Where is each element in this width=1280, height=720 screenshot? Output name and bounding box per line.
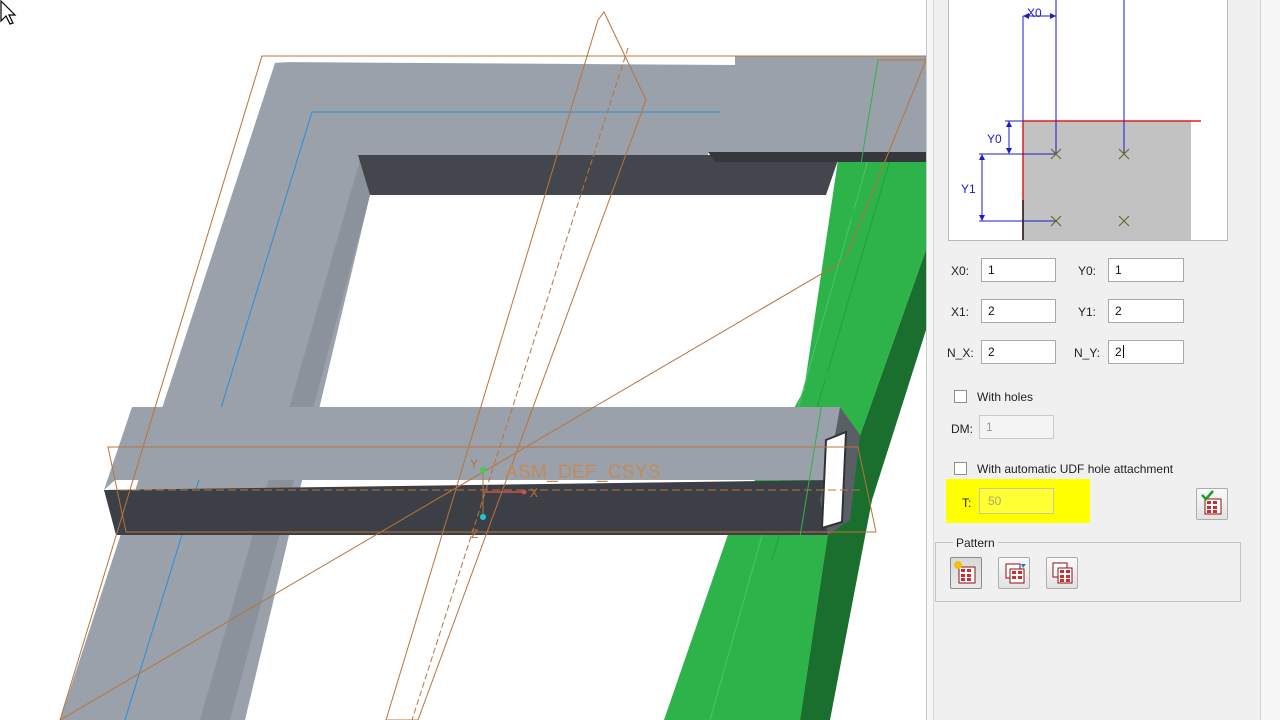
t-label: T: xyxy=(962,496,972,510)
x1-input[interactable]: 2 xyxy=(981,299,1056,323)
new-pattern-icon xyxy=(954,561,976,584)
model-viewport[interactable]: Y X Z ASM_DEF_CSYS xyxy=(0,0,926,720)
ny-label: N_Y: xyxy=(1074,346,1101,360)
pattern-diagram: X0 Y0 Y1 xyxy=(948,0,1228,241)
panel-border-left xyxy=(927,0,934,720)
ny-input[interactable]: 2 xyxy=(1108,340,1184,364)
pattern-group-title: Pattern xyxy=(953,536,998,550)
csys-z-label: Z xyxy=(471,527,478,541)
delete-pattern-icon xyxy=(1052,562,1073,584)
udf-hole-attachment-checkbox[interactable] xyxy=(954,462,967,475)
y1-label: Y1: xyxy=(1078,305,1097,319)
frame-model-graphic: Y X Z xyxy=(59,11,926,720)
text-caret xyxy=(1122,345,1124,358)
apply-pattern-icon xyxy=(1201,490,1222,515)
csys-x-label: X xyxy=(530,486,538,500)
pattern-new-button[interactable] xyxy=(950,557,982,589)
y0-input[interactable]: 1 xyxy=(1108,258,1184,282)
nx-label: N_X: xyxy=(947,346,974,360)
x0-label: X0: xyxy=(951,264,970,278)
with-holes-label: With holes xyxy=(977,390,1034,404)
diagram-y0-label: Y0 xyxy=(987,132,1002,146)
dm-label: DM: xyxy=(951,422,973,436)
pattern-edit-button[interactable] xyxy=(998,557,1030,589)
diagram-x0-label: X0 xyxy=(1027,6,1042,20)
x0-input[interactable]: 1 xyxy=(981,258,1056,282)
nx-input[interactable]: 2 xyxy=(981,340,1056,364)
csys-y-label: Y xyxy=(470,457,478,471)
panel-scrollbar[interactable] xyxy=(1260,0,1280,720)
x1-label: X1: xyxy=(951,305,970,319)
mouse-cursor-icon xyxy=(0,0,17,25)
pattern-diagram-graphic: X0 Y0 Y1 xyxy=(961,0,1201,240)
csys-name-label: ASM_DEF_CSYS xyxy=(505,462,661,483)
diagram-y1-label: Y1 xyxy=(961,182,976,196)
t-input[interactable]: 50 xyxy=(979,488,1054,514)
y1-input[interactable]: 2 xyxy=(1108,299,1184,323)
edit-pattern-icon xyxy=(1005,563,1026,584)
with-holes-checkbox[interactable] xyxy=(954,390,967,403)
apply-button[interactable] xyxy=(1196,488,1228,520)
udf-hole-attachment-label: With automatic UDF hole attachment xyxy=(977,462,1174,476)
dm-input: 1 xyxy=(979,415,1054,439)
y0-label: Y0: xyxy=(1078,264,1097,278)
pattern-delete-button[interactable] xyxy=(1046,557,1078,589)
ny-input-value: 2 xyxy=(1115,345,1122,359)
